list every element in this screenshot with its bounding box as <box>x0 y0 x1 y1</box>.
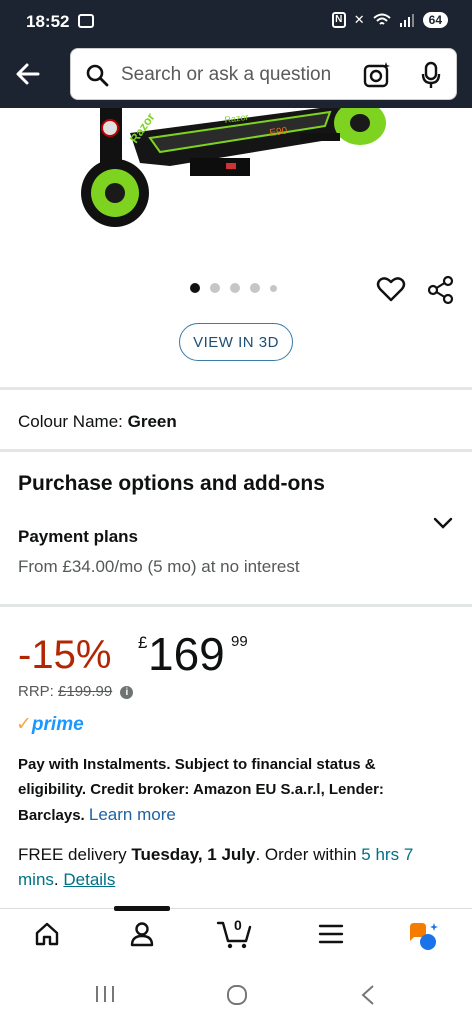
carousel-dot[interactable] <box>210 283 220 293</box>
mute-icon: ✕ <box>353 12 365 27</box>
home-circle-icon[interactable] <box>226 984 248 1006</box>
nfc-icon: N <box>331 12 346 28</box>
delivery-info: FREE delivery Tuesday, 1 July. Order wit… <box>18 845 414 889</box>
rufus-assistant-icon[interactable] <box>408 921 440 951</box>
colour-name: Colour Name: Green <box>18 412 177 432</box>
delivery-date: Tuesday, 1 July <box>131 845 256 864</box>
rrp-price: RRP: £199.99 i <box>18 683 134 700</box>
status-icons: N ✕ 64 <box>331 12 448 28</box>
heart-icon[interactable] <box>376 275 406 303</box>
divider <box>0 449 472 452</box>
carousel-dot[interactable] <box>190 283 200 293</box>
chevron-down-icon[interactable] <box>432 515 454 531</box>
account-icon[interactable] <box>129 921 155 947</box>
signal-icon <box>399 14 414 27</box>
delivery-prefix: FREE delivery <box>18 845 127 864</box>
search-bar[interactable] <box>70 48 457 100</box>
app-header: 18:52 N ✕ 64 <box>0 0 472 108</box>
prime-badge: ✓prime <box>16 713 84 736</box>
purchase-options-heading: Purchase options and add-ons <box>18 472 325 495</box>
rrp-label: RRP: <box>18 683 54 700</box>
cart-count: 0 <box>234 917 242 933</box>
product-image[interactable]: Razor E90 Razor <box>0 108 472 258</box>
divider <box>0 387 472 390</box>
payment-plans-subtitle[interactable]: From £34.00/mo (5 mo) at no interest <box>18 557 300 577</box>
search-icon <box>86 64 109 87</box>
bottom-nav: 0 <box>0 906 472 964</box>
payment-plans-title[interactable]: Payment plans <box>18 527 138 547</box>
screenshot-icon <box>78 14 94 28</box>
home-icon[interactable] <box>34 921 60 947</box>
learn-more-link[interactable]: Learn more <box>89 805 176 824</box>
info-icon[interactable]: i <box>120 685 134 699</box>
microphone-icon[interactable] <box>421 61 441 89</box>
wifi-icon <box>372 13 391 25</box>
instalments-text: Pay with Instalments. Subject to financi… <box>18 756 384 824</box>
system-back-icon[interactable] <box>360 984 376 1006</box>
prime-check-icon: ✓ <box>16 714 32 735</box>
system-nav-bar <box>0 964 472 1024</box>
view-in-3d-button[interactable]: VIEW IN 3D <box>179 323 293 361</box>
scooter-illustration: Razor E90 Razor <box>81 108 386 227</box>
battery-badge: 64 <box>422 12 448 28</box>
carousel-dot[interactable] <box>250 283 260 293</box>
cart-button[interactable]: 0 <box>216 917 252 954</box>
details-link[interactable]: Details <box>63 870 115 889</box>
price-fraction: 99 <box>231 633 248 650</box>
carousel-dot[interactable] <box>230 283 240 293</box>
price-currency: £ <box>138 633 148 652</box>
status-time: 18:52 <box>26 12 70 31</box>
status-bar: 18:52 N ✕ 64 <box>0 0 472 44</box>
colour-value: Green <box>127 412 177 431</box>
carousel-dot[interactable] <box>270 284 277 292</box>
search-input[interactable] <box>121 59 351 91</box>
back-arrow-icon[interactable] <box>12 58 44 90</box>
price-whole: 169 <box>148 628 225 680</box>
camera-lens-icon[interactable] <box>363 61 391 89</box>
rrp-value: £199.99 <box>58 683 113 700</box>
active-tab-indicator <box>114 906 170 911</box>
colour-label: Colour Name: <box>18 412 123 431</box>
share-icon[interactable] <box>426 275 456 305</box>
divider <box>0 604 472 607</box>
menu-icon[interactable] <box>318 921 344 947</box>
prime-label: prime <box>31 714 84 735</box>
image-carousel-dots[interactable] <box>190 283 277 293</box>
recent-apps-icon[interactable] <box>94 984 116 1004</box>
discount-percent: -15% <box>18 633 112 677</box>
instalments-info: Pay with Instalments. Subject to financi… <box>18 752 438 828</box>
order-within: . Order within <box>255 845 357 864</box>
